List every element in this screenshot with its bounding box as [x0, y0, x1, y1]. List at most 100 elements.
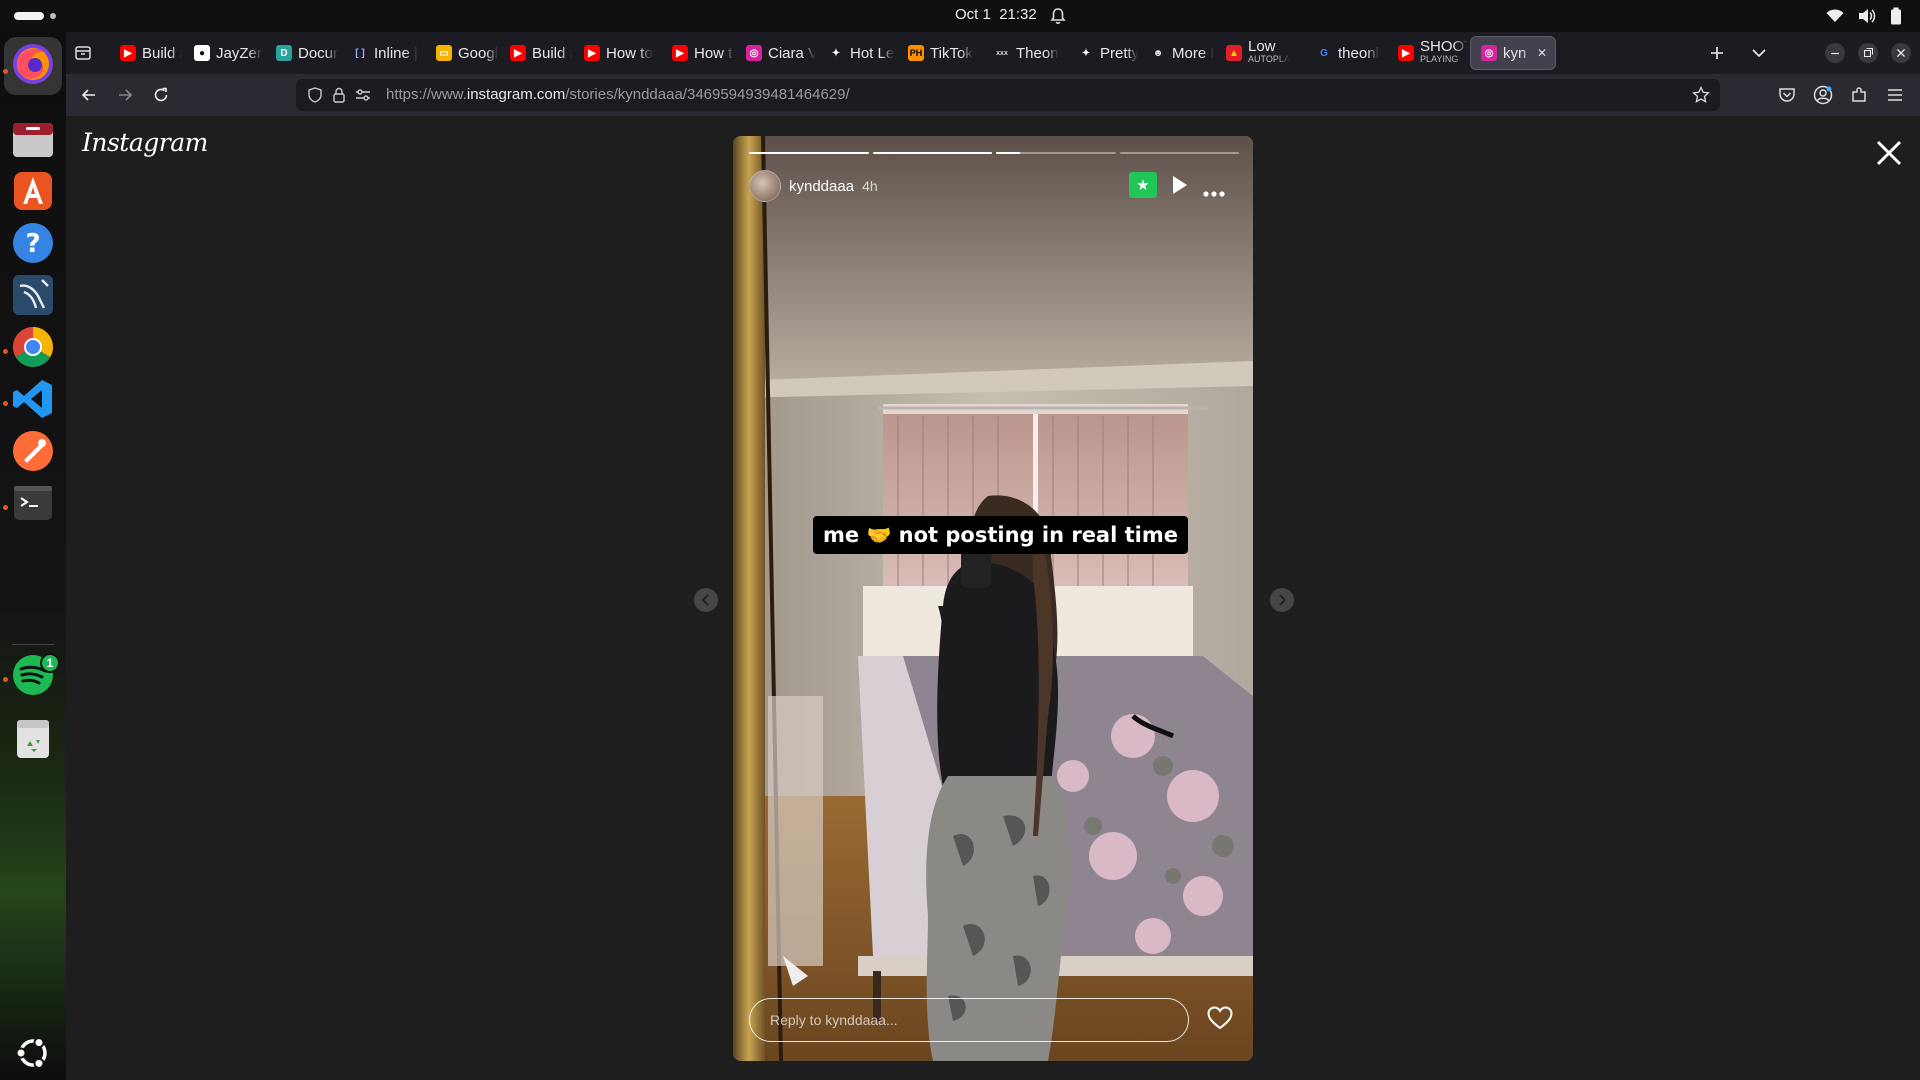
browser-tab[interactable]: ▶ Build a [110, 36, 182, 70]
url-text[interactable]: https://www.instagram.com/stories/kyndda… [386, 86, 850, 103]
browser-tab[interactable]: ✦ Hot Le [818, 36, 894, 70]
volume-icon [1858, 8, 1876, 28]
app-center-icon [10, 168, 56, 218]
running-indicator [3, 69, 8, 74]
browser-tab[interactable]: ▶ How to [662, 36, 734, 70]
tab-title: Inline | [374, 44, 418, 62]
browser-tab[interactable]: ▶ SHOOTPLAYING [1388, 36, 1468, 70]
ubuntu-dock: ? 1 [0, 32, 66, 1080]
browser-tab[interactable]: ● JayZen [184, 36, 262, 70]
story-progress-fill [996, 152, 1020, 154]
browser-tab[interactable]: Gtheonl [1306, 36, 1386, 70]
list-all-tabs-chevron-down-icon[interactable] [1746, 40, 1772, 66]
dock-postman[interactable] [10, 430, 56, 476]
mask-icon: ☻ [1152, 47, 1164, 59]
browser-tab[interactable]: ✦ Pretty [1068, 36, 1138, 70]
reply-input[interactable] [749, 998, 1189, 1042]
url-bar[interactable]: https://www.instagram.com/stories/kyndda… [296, 79, 1720, 111]
google-icon: G [1320, 47, 1328, 59]
forward-arrow-icon[interactable] [112, 82, 138, 108]
ph-icon: PH [908, 45, 924, 61]
more-options-icon[interactable] [1203, 182, 1225, 201]
dock-show-apps[interactable] [10, 1032, 56, 1078]
next-story-chevron-right-icon[interactable] [1270, 588, 1294, 612]
play-icon[interactable] [1169, 174, 1189, 200]
firefox-view-icon[interactable] [70, 40, 96, 66]
browser-tab[interactable]: xxx Theon [984, 36, 1066, 70]
handshake-icon: 🤝 [866, 523, 892, 547]
dock-terminal[interactable] [10, 482, 56, 528]
database-client-icon [10, 272, 56, 322]
inline-icon: [ ] [355, 47, 365, 59]
notification-bell-icon[interactable] [1050, 7, 1066, 29]
browser-tab[interactable]: D Docum [266, 36, 338, 70]
hamburger-menu-icon[interactable] [1882, 82, 1908, 108]
running-indicator [3, 505, 8, 510]
github-icon: ● [194, 45, 210, 61]
ubuntu-logo-icon [13, 1033, 53, 1077]
trash-icon [10, 716, 56, 766]
youtube-icon: ▶ [510, 45, 526, 61]
dock-trash[interactable] [10, 718, 56, 764]
browser-tab[interactable]: ▶ Build a [500, 36, 572, 70]
dock-files[interactable] [10, 118, 56, 164]
story-card[interactable]: kynddaaa 4h ★ me 🤝 not posting in real t… [733, 136, 1253, 1061]
clock-time: 21:32 [999, 6, 1037, 23]
close-tab-icon[interactable]: ✕ [1537, 46, 1547, 60]
close-window-icon[interactable] [1888, 40, 1914, 66]
tab-title: More L [1172, 44, 1214, 62]
tab-title: TikTok [930, 44, 973, 62]
browser-tab[interactable]: ▶ How to [574, 36, 658, 70]
tab-title: Theon [1016, 44, 1059, 62]
pocket-icon[interactable] [1774, 82, 1800, 108]
story-progress-segment [872, 152, 992, 154]
spotify-notification-badge: 1 [40, 653, 60, 673]
like-heart-icon[interactable] [1207, 1006, 1233, 1034]
minimize-window-icon[interactable] [1822, 40, 1848, 66]
svg-text:?: ? [25, 229, 40, 259]
instagram-logo[interactable]: Instagram [82, 128, 208, 157]
dock-chrome[interactable] [10, 326, 56, 372]
clock[interactable]: Oct 1 21:32 [955, 6, 1037, 23]
dock-app-center[interactable] [10, 170, 56, 216]
tab-title: Ciara V [768, 44, 816, 62]
dock-firefox[interactable] [4, 37, 62, 95]
browser-tab[interactable]: ▲ Low AUTOPLA [1216, 36, 1302, 70]
browser-tab-bar: ▶Build a●JayZenDDocum[ ]Inline |▭Google▶… [66, 32, 1920, 74]
story-username[interactable]: kynddaaa [789, 178, 854, 195]
bookmark-star-icon[interactable] [1688, 82, 1714, 108]
youtube-icon: ▶ [584, 45, 600, 61]
browser-tab[interactable]: ◎ Ciara V [736, 36, 816, 70]
browser-tab[interactable]: PH TikTok [898, 36, 980, 70]
figure-icon: ✦ [1081, 47, 1091, 59]
dock-help[interactable]: ? [10, 222, 56, 268]
avatar[interactable] [749, 170, 781, 202]
browser-tab[interactable]: ☻ More L [1140, 36, 1214, 70]
dock-vscode[interactable] [10, 378, 56, 424]
postman-icon [10, 428, 56, 478]
browser-tab[interactable]: [ ] Inline | [342, 36, 422, 70]
restore-window-icon[interactable] [1855, 40, 1881, 66]
extensions-puzzle-icon[interactable] [1846, 82, 1872, 108]
reload-icon[interactable] [148, 82, 174, 108]
page-permissions-icon[interactable] [350, 82, 376, 108]
lock-icon[interactable] [326, 82, 352, 108]
figure-icon: ✦ [831, 47, 841, 59]
system-tray[interactable] [1826, 7, 1902, 29]
new-tab-icon[interactable] [1704, 40, 1730, 66]
close-story-icon[interactable] [1874, 138, 1904, 168]
browser-tab[interactable]: ▭ Google [426, 36, 498, 70]
back-arrow-icon[interactable] [76, 82, 102, 108]
activities-button[interactable] [14, 12, 44, 20]
tab-title: JayZen [216, 44, 262, 62]
previous-story-chevron-left-icon[interactable] [694, 588, 718, 612]
url-domain: instagram.com [466, 86, 566, 103]
tab-title: kyn ( [1503, 44, 1531, 62]
tracking-protection-shield-icon[interactable] [302, 82, 328, 108]
browser-tab[interactable]: ◎ kyn (✕ [1470, 36, 1556, 70]
battery-icon [1890, 7, 1902, 29]
running-indicator [3, 349, 8, 354]
account-icon[interactable] [1810, 82, 1836, 108]
dock-db-client[interactable] [10, 274, 56, 320]
story-progress-segment [996, 152, 1116, 154]
